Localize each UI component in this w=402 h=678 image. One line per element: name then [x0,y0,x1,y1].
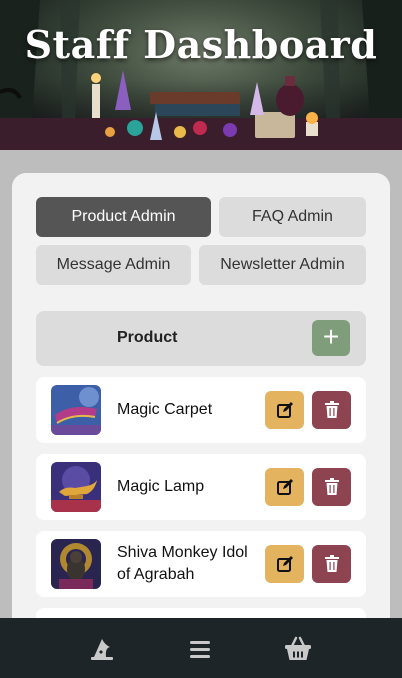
product-name: Magic Carpet [117,401,213,418]
page-title: Staff Dashboard [24,22,378,67]
delete-button[interactable] [312,468,351,506]
product-list-header: Product + [36,311,366,366]
menu-icon[interactable] [185,634,215,664]
product-row: Magic Carpet [36,377,366,443]
tab-faq-admin[interactable]: FAQ Admin [219,197,366,237]
edit-icon [276,479,293,495]
tab-newsletter-admin[interactable]: Newsletter Admin [199,245,366,285]
edit-button[interactable] [265,545,304,583]
header-banner: Staff Dashboard [0,0,402,150]
product-header-label: Product [117,329,178,346]
edit-button[interactable] [265,391,304,429]
product-thumbnail [51,539,101,589]
edit-icon [276,402,293,418]
basket-icon[interactable] [283,634,313,664]
product-thumbnail [51,385,101,435]
edit-button[interactable] [265,468,304,506]
product-name: Shiva Monkey Idol of Agrabah [117,544,248,583]
tab-message-admin[interactable]: Message Admin [36,245,191,285]
tab-product-admin[interactable]: Product Admin [36,197,211,237]
product-thumbnail [51,462,101,512]
product-name: Magic Lamp [117,478,205,495]
bottom-nav [0,618,402,678]
trash-icon [324,478,339,495]
edit-icon [276,556,293,572]
wizard-hat-icon[interactable] [87,634,117,664]
delete-button[interactable] [312,391,351,429]
add-product-button[interactable]: + [312,320,350,356]
admin-card: Product Admin FAQ Admin Message Admin Ne… [12,173,390,674]
product-row: Shiva Monkey Idol of Agrabah [36,531,366,597]
delete-button[interactable] [312,545,351,583]
product-row: Magic Lamp [36,454,366,520]
trash-icon [324,401,339,418]
trash-icon [324,555,339,572]
